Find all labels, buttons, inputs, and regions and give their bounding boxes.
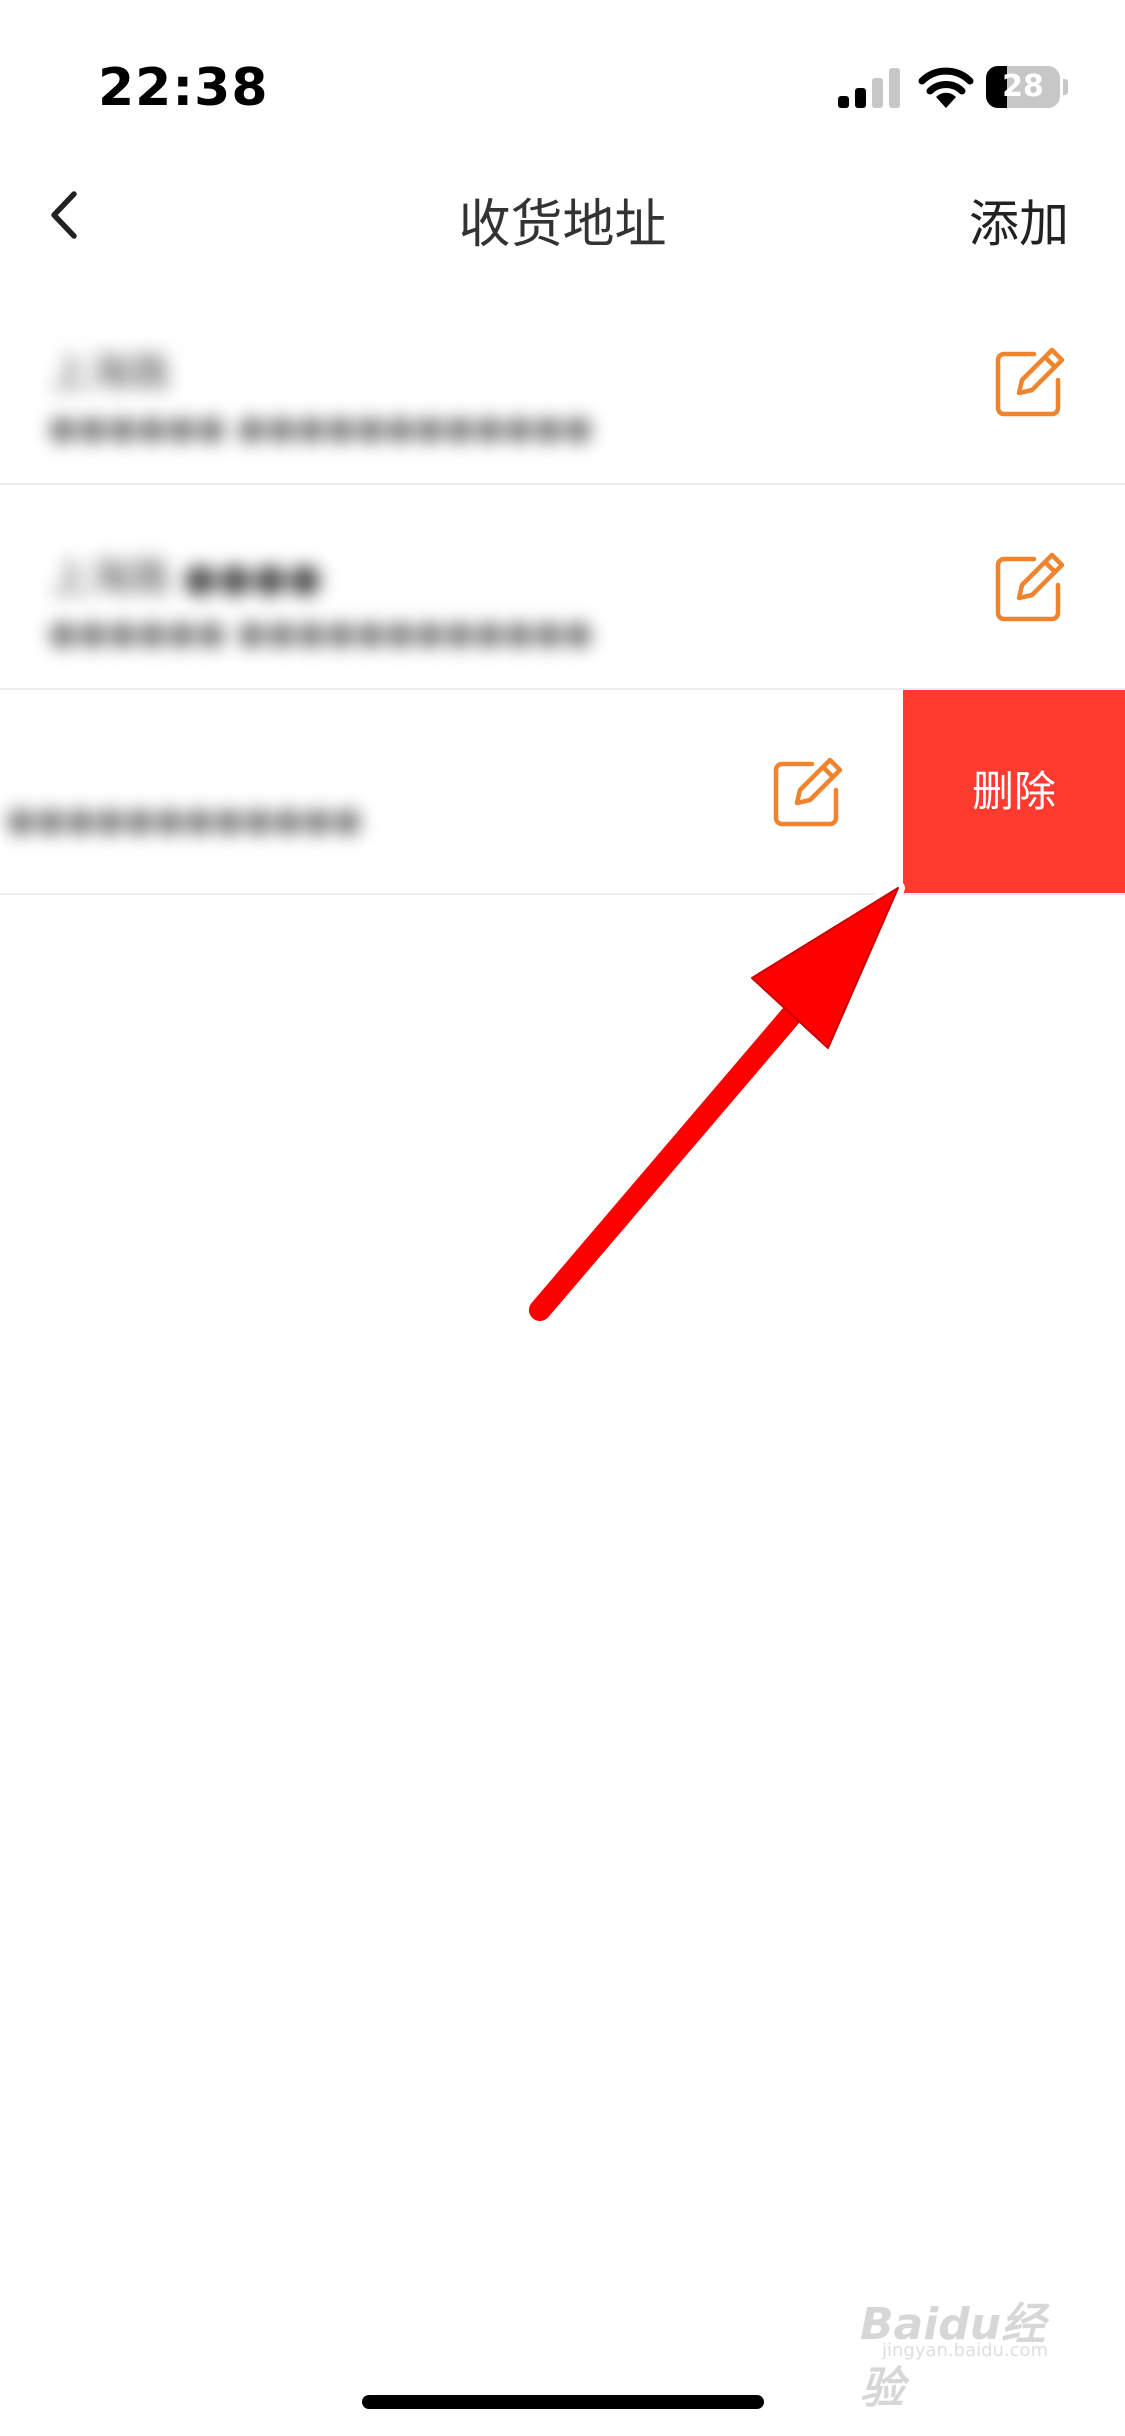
baidu-watermark: Baidu经验 jingyan.baidu.com [860,2278,1080,2414]
battery-icon: 28 [986,66,1068,108]
address-detail: ●●●●●● ●●●●●●●●●●●● [48,613,593,653]
address-detail: ●●●●●● ●●●●●●●●●●●● [48,408,593,448]
address-row[interactable]: 上海路 ●●●● ●●●●●● ●●●●●●●●●●●● [0,485,1125,690]
wifi-icon [918,67,974,108]
edit-icon[interactable] [772,756,844,828]
address-row-content[interactable]: 上海路 ●●●●●● ●●●●●●●●●●●● [0,280,1125,483]
status-time: 22:38 [98,58,269,118]
address-row-content[interactable]: 上海路 ●●●● ●●●●●● ●●●●●●●●●●●● [0,485,1125,688]
cellular-signal-icon [838,68,900,108]
address-list: 上海路 ●●●●●● ●●●●●●●●●●●● 上海路 ●●●● ●●●●●● … [0,280,1125,895]
address-name: 上海路 [50,350,170,396]
battery-level: 28 [1002,69,1044,104]
delete-button[interactable]: 删除 [903,690,1125,893]
address-name: 上海路 ●●●● [50,555,323,601]
navigation-bar: 收货地址 添加 [0,160,1125,270]
watermark-url: jingyan.baidu.com [882,2340,1049,2361]
edit-icon[interactable] [994,551,1066,623]
address-row-swiped[interactable]: ●●●●●●●●●●●● 删除 [0,690,1125,895]
home-indicator[interactable] [362,2395,764,2409]
edit-icon[interactable] [994,346,1066,418]
address-row[interactable]: 上海路 ●●●●●● ●●●●●●●●●●●● [0,280,1125,485]
address-detail: ●●●●●●●●●●●● [6,800,363,840]
add-address-button[interactable]: 添加 [969,184,1069,256]
page-title: 收货地址 [458,195,667,255]
status-bar: 22:38 28 [0,0,1125,150]
